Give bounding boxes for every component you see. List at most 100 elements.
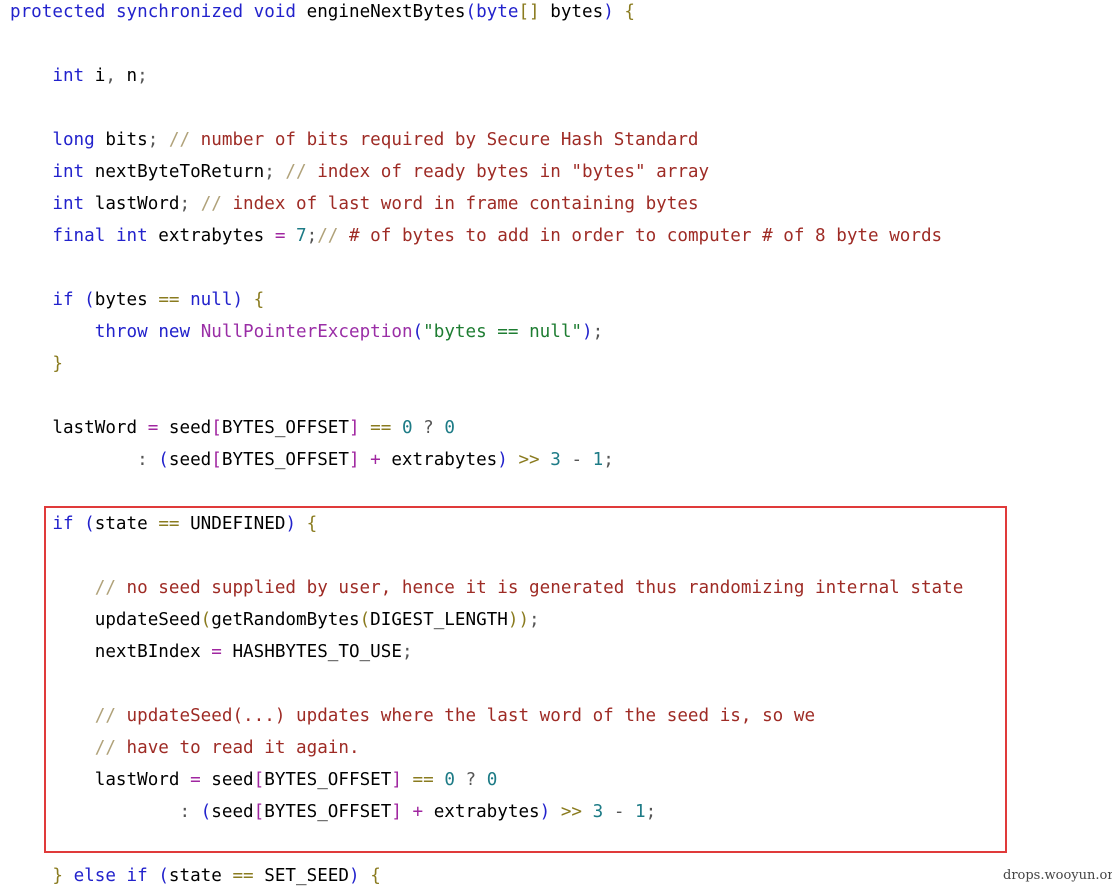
code-token: : <box>137 450 148 470</box>
code-token: ) <box>603 2 614 22</box>
code-token: lastWord <box>10 418 148 438</box>
code-token: ; <box>306 226 318 246</box>
code-token: ) <box>582 322 593 342</box>
code-token: seed <box>200 770 254 790</box>
code-token: BYTES_OFFSET <box>221 450 349 470</box>
code-token: ( <box>200 610 212 630</box>
code-token: ; <box>264 162 275 182</box>
code-token: int <box>115 226 148 246</box>
code-token: state <box>94 514 159 534</box>
code-token: nextBIndex <box>10 642 212 662</box>
code-line: throw new NullPointerException("bytes ==… <box>10 322 603 342</box>
code-line: long bits; // number of bits required by… <box>10 130 698 150</box>
code-token: - <box>613 802 625 822</box>
code-token: ] <box>348 450 360 470</box>
code-token: ( <box>465 2 477 22</box>
code-token: = <box>147 418 159 438</box>
code-token: ] <box>391 802 402 822</box>
code-token: = <box>211 642 222 662</box>
code-token: updateSeed(...) updates where the last w… <box>115 706 816 726</box>
code-token: { <box>370 866 381 886</box>
code-line: } else if (state == SET_SEED) { <box>10 866 381 886</box>
code-token: state <box>168 866 233 886</box>
code-token: >> <box>518 450 540 470</box>
code-token: index of ready bytes in "bytes" array <box>306 162 710 182</box>
code-token: 0 <box>444 418 455 438</box>
code-token: ? <box>423 418 434 438</box>
code-token: lastWord <box>84 194 180 214</box>
code-line: nextBIndex = HASHBYTES_TO_USE; <box>10 642 413 662</box>
code-line: int i, n; <box>10 66 147 86</box>
code-viewer: protected synchronized void engineNextBy… <box>0 0 1112 895</box>
code-token: )) <box>507 610 530 630</box>
code-token: HASHBYTES_TO_USE <box>221 642 402 662</box>
code-token: ) <box>232 290 244 310</box>
code-line: int lastWord; // index of last word in f… <box>10 194 698 214</box>
code-token: extrabytes <box>423 802 540 822</box>
code-token: } <box>52 354 63 374</box>
code-token: int <box>52 194 85 214</box>
code-token: ) <box>349 866 360 886</box>
code-token: null <box>190 290 233 310</box>
code-token: 1 <box>635 802 646 822</box>
code-token: 0 <box>401 418 413 438</box>
code-token: 0 <box>444 770 455 790</box>
code-token: byte <box>476 2 519 22</box>
code-line: } <box>10 354 63 374</box>
code-token: 7 <box>296 226 307 246</box>
code-token: ; <box>592 322 604 342</box>
code-token: BYTES_OFFSET <box>221 418 349 438</box>
code-token: 3 <box>592 802 604 822</box>
site-watermark: drops.wooyun.org <box>1003 868 1112 883</box>
code-token: } <box>52 866 63 886</box>
code-token: ( <box>84 290 95 310</box>
code-token: extrabytes <box>147 226 275 246</box>
code-token: ( <box>359 610 371 630</box>
code-line: : (seed[BYTES_OFFSET] + extrabytes) >> 3… <box>10 802 656 822</box>
code-token: # of bytes to add in order to computer #… <box>338 226 943 246</box>
code-token: bits <box>94 130 148 150</box>
code-token: : <box>179 802 191 822</box>
code-token: [ <box>211 418 222 438</box>
code-token: if <box>52 514 74 534</box>
code-token: ; <box>147 130 159 150</box>
code-token: lastWord <box>10 770 191 790</box>
code-token: { <box>253 290 265 310</box>
code-line: if (bytes == null) { <box>10 290 264 310</box>
code-token: bytes <box>94 290 159 310</box>
code-token: [ <box>253 802 265 822</box>
code-token: have to read it again. <box>115 738 360 758</box>
code-token: no seed supplied by user, hence it is ge… <box>115 578 964 598</box>
code-token: "bytes == null" <box>423 322 583 342</box>
code-token: BYTES_OFFSET <box>264 770 392 790</box>
code-line: // have to read it again. <box>10 738 360 758</box>
code-token: else <box>73 866 116 886</box>
code-token: void <box>253 2 297 22</box>
code-token: synchronized <box>115 2 244 22</box>
code-token: getRandomBytes <box>211 610 360 630</box>
code-token: // <box>168 130 191 150</box>
